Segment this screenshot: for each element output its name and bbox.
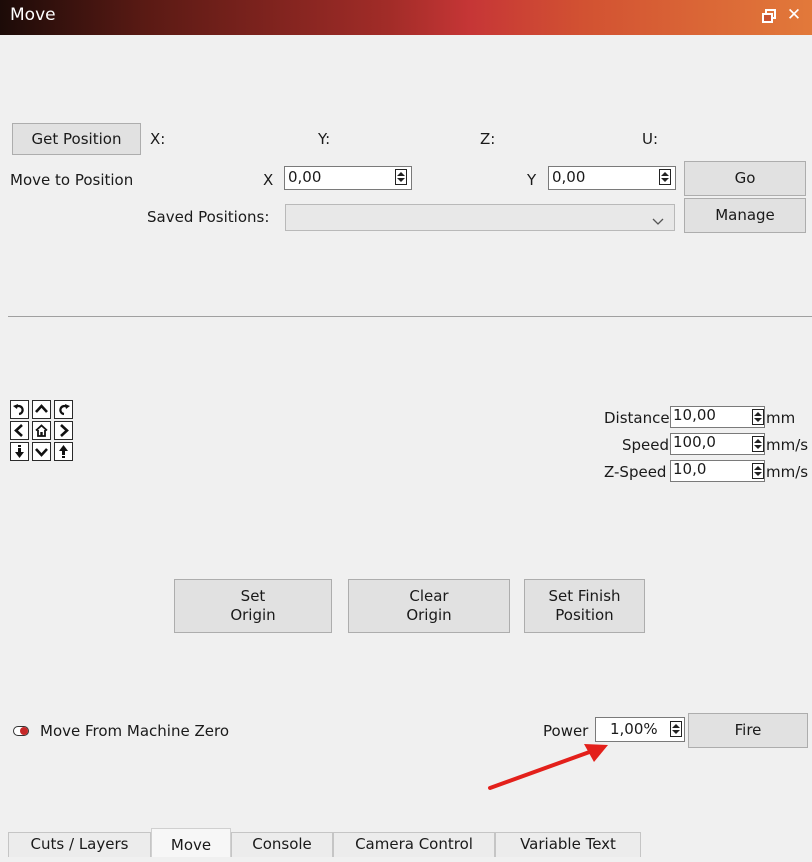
z-position-label: Z: — [480, 130, 496, 148]
home-icon[interactable] — [32, 421, 51, 440]
move-x-label: X — [263, 171, 274, 189]
tab-camera-control[interactable]: Camera Control — [333, 832, 495, 857]
spin-arrows-icon[interactable] — [752, 463, 764, 479]
move-from-machine-zero-label: Move From Machine Zero — [40, 722, 230, 740]
distance-value: 10,00 — [673, 406, 716, 424]
z-speed-spinbox[interactable]: 10,0 — [670, 460, 765, 482]
speed-label: Speed — [622, 436, 670, 454]
window-title: Move — [10, 5, 56, 25]
tab-move[interactable]: Move — [151, 828, 231, 857]
u-position-label: U: — [642, 130, 659, 148]
distance-label: Distance — [604, 409, 670, 427]
annotation-arrow-icon — [488, 744, 608, 790]
move-x-spinbox[interactable]: 0,00 — [284, 166, 412, 190]
saved-positions-dropdown[interactable] — [285, 204, 675, 231]
close-icon[interactable]: ✕ — [784, 5, 804, 25]
z-speed-value: 10,0 — [673, 460, 707, 478]
jog-up-icon[interactable] — [32, 400, 51, 419]
set-finish-position-button[interactable]: Set Finish Position — [524, 579, 645, 633]
spin-arrows-icon[interactable] — [659, 169, 671, 185]
move-to-position-label: Move to Position — [10, 171, 134, 189]
go-button[interactable]: Go — [684, 161, 806, 196]
tab-cuts-layers[interactable]: Cuts / Layers — [8, 832, 151, 857]
spin-arrows-icon[interactable] — [752, 436, 764, 452]
float-window-icon[interactable] — [760, 7, 778, 25]
tab-console[interactable]: Console — [231, 832, 333, 857]
get-position-button[interactable]: Get Position — [12, 123, 141, 155]
z-down-icon[interactable] — [10, 442, 29, 461]
speed-unit: mm/s — [766, 436, 809, 454]
spin-arrows-icon[interactable] — [670, 721, 682, 737]
jog-down-icon[interactable] — [32, 442, 51, 461]
jog-right-icon[interactable] — [54, 421, 73, 440]
move-y-value: 0,00 — [552, 168, 586, 186]
rotate-ccw-icon[interactable] — [10, 400, 29, 419]
set-origin-button[interactable]: Set Origin — [174, 579, 332, 633]
move-y-spinbox[interactable]: 0,00 — [548, 166, 676, 190]
distance-unit: mm — [766, 409, 796, 427]
z-speed-label: Z-Speed — [604, 463, 667, 481]
rotate-cw-icon[interactable] — [54, 400, 73, 419]
move-x-value: 0,00 — [288, 168, 322, 186]
move-from-machine-zero-toggle[interactable] — [13, 726, 29, 736]
z-up-icon[interactable] — [54, 442, 73, 461]
section-divider — [8, 316, 812, 317]
title-bar: Move ✕ — [0, 0, 812, 35]
saved-positions-label: Saved Positions: — [147, 208, 270, 226]
power-value: 1,00% — [610, 720, 658, 738]
spin-arrows-icon[interactable] — [752, 409, 764, 425]
y-position-label: Y: — [318, 130, 331, 148]
distance-spinbox[interactable]: 10,00 — [670, 406, 765, 428]
z-speed-unit: mm/s — [766, 463, 809, 481]
manage-button[interactable]: Manage — [684, 198, 806, 233]
fire-button[interactable]: Fire — [688, 713, 808, 748]
chevron-down-icon — [652, 213, 664, 225]
jog-left-icon[interactable] — [10, 421, 29, 440]
speed-spinbox[interactable]: 100,0 — [670, 433, 765, 455]
tab-variable-text[interactable]: Variable Text — [495, 832, 641, 857]
toggle-knob — [20, 727, 28, 735]
x-position-label: X: — [150, 130, 166, 148]
move-y-label: Y — [527, 171, 537, 189]
bottom-tab-bar: Cuts / Layers Move Console Camera Contro… — [8, 828, 812, 857]
spin-arrows-icon[interactable] — [395, 169, 407, 185]
speed-value: 100,0 — [673, 433, 716, 451]
clear-origin-button[interactable]: Clear Origin — [348, 579, 510, 633]
